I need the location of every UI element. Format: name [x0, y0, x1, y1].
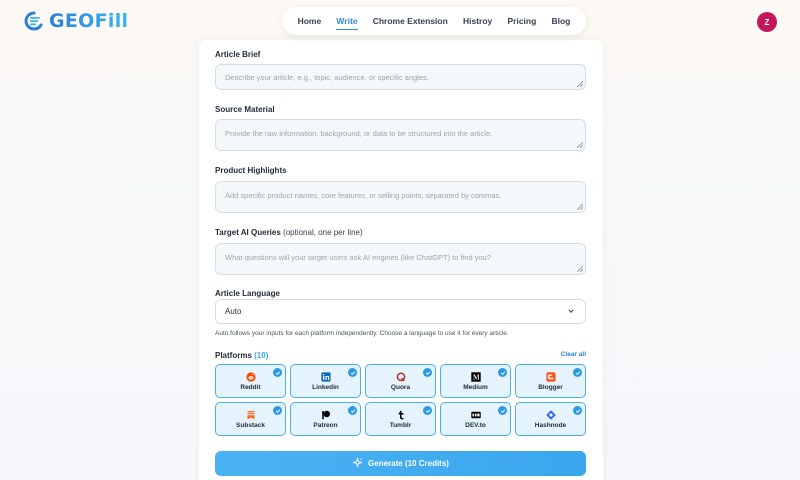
resize-handle-icon[interactable]: [577, 266, 583, 272]
platform-name: Quora: [390, 383, 411, 391]
platform-name: Patreon: [313, 421, 338, 429]
tumblr-icon: [396, 410, 406, 420]
nav-blog[interactable]: Blog: [551, 16, 570, 26]
language-hint: Auto follows your inputs for each platfo…: [215, 330, 509, 337]
platform-tile-reddit[interactable]: Reddit: [215, 364, 286, 398]
resize-handle-icon[interactable]: [577, 204, 583, 210]
check-icon: [573, 406, 582, 415]
source-material-label: Source Material: [215, 105, 275, 114]
nav-chrome-extension[interactable]: Chrome Extension: [373, 16, 448, 26]
platform-tile-quora[interactable]: Quora: [365, 364, 436, 398]
platform-tile-substack[interactable]: Substack: [215, 402, 286, 436]
target-queries-label: Target AI Queries (optional, one per lin…: [215, 228, 363, 237]
quora-icon: [396, 371, 406, 382]
brand-logo[interactable]: GEOFill: [22, 10, 128, 32]
article-language-label: Article Language: [215, 289, 280, 298]
platform-name: Hashnode: [534, 421, 567, 429]
platform-tile-patreon[interactable]: Patreon: [290, 402, 361, 436]
platform-tile-devto[interactable]: DEV.to: [440, 402, 511, 436]
source-material-input[interactable]: Provide the raw information, background,…: [215, 119, 586, 151]
substack-icon: [246, 410, 256, 420]
source-material-placeholder: Provide the raw information, background,…: [225, 129, 493, 138]
target-queries-label-text: Target AI Queries: [215, 228, 281, 237]
platform-name: DEV.to: [465, 421, 486, 429]
platform-name: Blogger: [538, 383, 563, 391]
check-icon: [273, 406, 282, 415]
main-nav: Home Write Chrome Extension Histroy Pric…: [282, 7, 586, 35]
top-header: GEOFill Home Write Chrome Extension Hist…: [0, 0, 800, 42]
check-icon: [498, 368, 507, 377]
brand-name: GEOFill: [49, 10, 129, 32]
platforms-label-text: Platforms: [215, 351, 252, 360]
platform-grid: Reddit Linkedin Quora Medium Blogger Sub…: [215, 364, 586, 436]
linkedin-icon: [320, 371, 331, 382]
medium-icon: [470, 371, 481, 382]
platforms-count: (10): [254, 351, 269, 360]
resize-handle-icon[interactable]: [577, 142, 583, 148]
generate-button-label: Generate (10 Credits): [368, 459, 449, 468]
platform-name: Reddit: [240, 383, 261, 391]
platform-tile-hashnode[interactable]: Hashnode: [515, 402, 586, 436]
sparkle-icon: [352, 457, 363, 470]
patreon-icon: [321, 410, 331, 420]
target-queries-input[interactable]: What questions will your target users as…: [215, 243, 586, 275]
blogger-icon: [545, 371, 556, 382]
article-brief-placeholder: Describe your article, e.g., topic, audi…: [225, 73, 429, 82]
check-icon: [348, 368, 357, 377]
platform-tile-tumblr[interactable]: Tumblr: [365, 402, 436, 436]
nav-pricing[interactable]: Pricing: [507, 16, 536, 26]
resize-handle-icon[interactable]: [577, 81, 583, 87]
logo-icon: [22, 10, 46, 32]
nav-home[interactable]: Home: [298, 16, 322, 26]
product-highlights-label: Product Highlights: [215, 166, 287, 175]
target-queries-label-note: (optional, one per line): [283, 228, 363, 237]
platform-name: Substack: [236, 421, 265, 429]
platform-name: Linkedin: [312, 383, 339, 391]
clear-all-button[interactable]: Clear all: [561, 351, 586, 358]
platforms-label: Platforms (10): [215, 351, 268, 360]
article-language-select[interactable]: Auto: [215, 299, 586, 324]
nav-write[interactable]: Write: [336, 16, 358, 30]
devto-icon: [470, 410, 481, 420]
check-icon: [498, 406, 507, 415]
article-form-card: Article Brief Describe your article, e.g…: [199, 40, 603, 480]
article-brief-label: Article Brief: [215, 50, 261, 59]
article-brief-input[interactable]: Describe your article, e.g., topic, audi…: [215, 64, 586, 90]
check-icon: [273, 368, 282, 377]
platform-name: Medium: [463, 383, 488, 391]
generate-button[interactable]: Generate (10 Credits): [215, 451, 586, 476]
check-icon: [573, 368, 582, 377]
check-icon: [423, 406, 432, 415]
hashnode-icon: [545, 409, 556, 420]
platform-tile-medium[interactable]: Medium: [440, 364, 511, 398]
platform-tile-blogger[interactable]: Blogger: [515, 364, 586, 398]
platform-name: Tumblr: [389, 421, 412, 429]
user-avatar[interactable]: Z: [757, 12, 777, 32]
target-queries-placeholder: What questions will your target users as…: [225, 253, 491, 262]
platform-tile-linkedin[interactable]: Linkedin: [290, 364, 361, 398]
check-icon: [423, 368, 432, 377]
chevron-down-icon: [568, 307, 574, 313]
product-highlights-input[interactable]: Add specific product names, core feature…: [215, 181, 586, 213]
product-highlights-placeholder: Add specific product names, core feature…: [225, 191, 502, 200]
check-icon: [348, 406, 357, 415]
article-language-value: Auto: [225, 307, 242, 316]
nav-history[interactable]: Histroy: [463, 16, 492, 26]
reddit-icon: [245, 371, 256, 382]
